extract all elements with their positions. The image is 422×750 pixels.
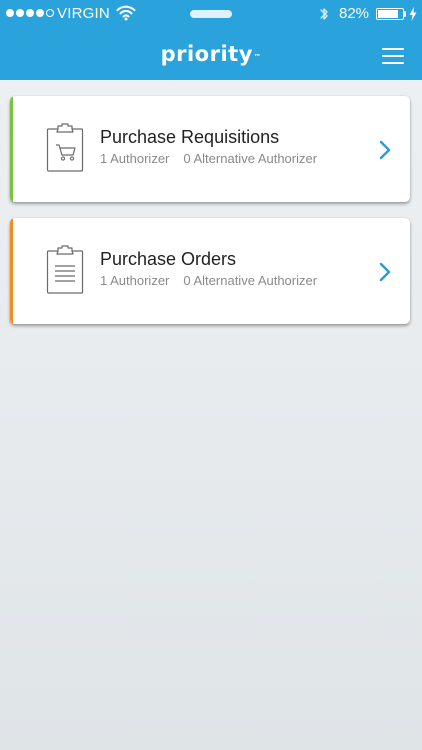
card-accent-bar <box>10 96 13 202</box>
card-subtitle: 1 Authorizer 0 Alternative Authorizer <box>100 273 317 288</box>
battery-level <box>378 10 398 18</box>
card-accent-bar <box>10 218 13 324</box>
alternative-authorizer-count: 0 Alternative Authorizer <box>183 151 318 166</box>
card-subtitle: 1 Authorizer 0 Alternative Authorizer <box>100 151 317 166</box>
chevron-right-icon <box>378 261 392 288</box>
carrier-name: VIRGIN <box>57 5 110 22</box>
battery-percent: 82% <box>339 5 370 22</box>
card-title: Purchase Orders <box>100 249 237 269</box>
card-title: Purchase Requisitions <box>100 127 280 147</box>
chevron-right-icon <box>378 139 392 166</box>
status-pill <box>190 10 232 18</box>
priority-logo: priority™ <box>0 40 422 71</box>
purchase-requisitions-card[interactable]: Purchase Requisitions 1 Authorizer 0 Alte… <box>10 96 410 202</box>
app-header: VIRGIN 82% priority™ <box>0 0 422 80</box>
signal-dot <box>36 9 44 17</box>
signal-dot <box>6 9 14 17</box>
clipboard-list-icon <box>46 245 86 300</box>
status-bar: VIRGIN 82% <box>0 0 422 28</box>
logo-text: priority <box>160 42 253 66</box>
purchase-orders-card[interactable]: Purchase Orders 1 Authorizer 0 Alternativ… <box>10 218 410 324</box>
bluetooth-icon <box>318 5 330 27</box>
battery-icon <box>376 8 404 20</box>
clipboard-cart-icon <box>46 123 86 178</box>
alternative-authorizer-count: 0 Alternative Authorizer <box>183 273 318 288</box>
signal-dot <box>26 9 34 17</box>
authorizer-count: 1 Authorizer <box>100 273 170 288</box>
wifi-icon <box>116 5 136 25</box>
signal-dot <box>16 9 24 17</box>
logo-trademark: ™ <box>253 53 262 61</box>
charging-icon <box>409 7 417 25</box>
hamburger-menu-icon[interactable] <box>380 46 406 66</box>
battery-nub <box>404 11 406 17</box>
signal-dot <box>46 9 54 17</box>
authorizer-count: 1 Authorizer <box>100 151 170 166</box>
signal-strength-icon <box>6 9 54 17</box>
